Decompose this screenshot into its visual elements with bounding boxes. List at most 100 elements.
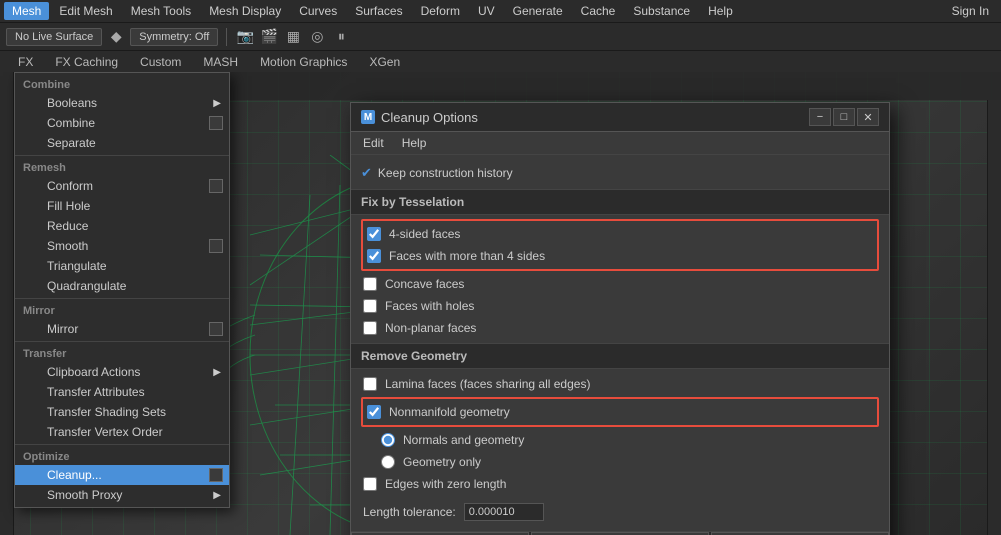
mirror-checkbox[interactable] bbox=[209, 322, 223, 336]
option-faces-more-than-4: Faces with more than 4 sides bbox=[365, 245, 875, 267]
checkbox-faces-more-4[interactable] bbox=[367, 249, 381, 263]
menu-combine[interactable]: Combine bbox=[15, 113, 229, 133]
combine-checkbox[interactable] bbox=[209, 116, 223, 130]
toolbar-divider-1 bbox=[226, 28, 227, 46]
length-tolerance-input[interactable] bbox=[464, 503, 544, 521]
maximize-button[interactable]: □ bbox=[833, 108, 855, 126]
sep-4 bbox=[15, 444, 229, 445]
booleans-arrow: ▶ bbox=[213, 98, 221, 109]
menu-mirror[interactable]: Mirror bbox=[15, 319, 229, 339]
render-icon[interactable]: 🎬 bbox=[259, 27, 279, 47]
menu-cache[interactable]: Cache bbox=[573, 2, 624, 20]
no-live-surface-btn[interactable]: No Live Surface bbox=[6, 28, 102, 46]
minimize-button[interactable]: − bbox=[809, 108, 831, 126]
radio-normals-geometry[interactable] bbox=[381, 433, 395, 447]
option-non-planar: Non-planar faces bbox=[361, 317, 879, 339]
label-faces-more-4: Faces with more than 4 sides bbox=[389, 249, 545, 263]
label-non-planar: Non-planar faces bbox=[385, 321, 476, 335]
menu-uv[interactable]: UV bbox=[470, 2, 503, 20]
checkbox-non-planar[interactable] bbox=[363, 321, 377, 335]
keep-history-check-icon: ✔ bbox=[361, 165, 372, 181]
menu-transfer-vertex-order[interactable]: Transfer Vertex Order bbox=[15, 422, 229, 442]
section-remove-geometry-header: Remove Geometry bbox=[351, 343, 889, 369]
cleanup-dialog: M Cleanup Options − □ ✕ Edit Help ✔ Keep… bbox=[350, 102, 890, 535]
tab-mash[interactable]: MASH bbox=[193, 53, 248, 71]
dropdown-menu: Combine Booleans ▶ Combine Separate Reme… bbox=[14, 72, 230, 508]
smooth-checkbox[interactable] bbox=[209, 239, 223, 253]
menu-mesh-tools[interactable]: Mesh Tools bbox=[123, 2, 199, 20]
section-remesh: Remesh bbox=[15, 158, 229, 176]
tab-xgen[interactable]: XGen bbox=[359, 53, 410, 71]
menu-separate[interactable]: Separate bbox=[15, 133, 229, 153]
signin-button[interactable]: Sign In bbox=[944, 2, 997, 20]
label-geometry-only: Geometry only bbox=[403, 455, 481, 469]
menu-smooth-proxy[interactable]: Smooth Proxy ▶ bbox=[15, 485, 229, 505]
menu-conform[interactable]: Conform bbox=[15, 176, 229, 196]
tab-fx-caching[interactable]: FX Caching bbox=[45, 53, 128, 71]
menu-deform[interactable]: Deform bbox=[413, 2, 468, 20]
checkbox-nonmanifold[interactable] bbox=[367, 405, 381, 419]
menu-fill-hole[interactable]: Fill Hole bbox=[15, 196, 229, 216]
option-nonmanifold: Nonmanifold geometry bbox=[365, 401, 875, 423]
checkbox-zero-length[interactable] bbox=[363, 477, 377, 491]
section-combine: Combine bbox=[15, 75, 229, 93]
symmetry-btn[interactable]: Symmetry: Off bbox=[130, 28, 218, 46]
dialog-controls: − □ ✕ bbox=[809, 108, 879, 126]
menu-smooth[interactable]: Smooth bbox=[15, 236, 229, 256]
menu-curves[interactable]: Curves bbox=[291, 2, 345, 20]
menu-help[interactable]: Help bbox=[700, 2, 741, 20]
dialog-menu-help[interactable]: Help bbox=[398, 134, 431, 152]
label-concave: Concave faces bbox=[385, 277, 464, 291]
pause-icon[interactable]: ⏸ bbox=[331, 27, 351, 47]
dialog-menu-edit[interactable]: Edit bbox=[359, 134, 388, 152]
menu-substance[interactable]: Substance bbox=[625, 2, 698, 20]
option-concave-faces: Concave faces bbox=[361, 273, 879, 295]
menu-generate[interactable]: Generate bbox=[505, 2, 571, 20]
nonmanifold-highlight-box: Nonmanifold geometry bbox=[361, 397, 879, 427]
option-normals-geometry: Normals and geometry bbox=[361, 429, 879, 451]
checkbox-lamina[interactable] bbox=[363, 377, 377, 391]
sep-2 bbox=[15, 298, 229, 299]
tab-motion-graphics[interactable]: Motion Graphics bbox=[250, 53, 357, 71]
menu-transfer-attributes[interactable]: Transfer Attributes bbox=[15, 382, 229, 402]
keep-history-row: ✔ Keep construction history bbox=[361, 161, 879, 185]
menu-bar: Mesh Edit Mesh Mesh Tools Mesh Display C… bbox=[0, 0, 1001, 22]
conform-checkbox[interactable] bbox=[209, 179, 223, 193]
label-zero-length: Edges with zero length bbox=[385, 477, 506, 491]
tab-fx[interactable]: FX bbox=[8, 53, 43, 71]
menu-reduce[interactable]: Reduce bbox=[15, 216, 229, 236]
dialog-content[interactable]: ✔ Keep construction history Fix by Tesse… bbox=[351, 155, 889, 531]
menu-transfer-shading[interactable]: Transfer Shading Sets bbox=[15, 402, 229, 422]
menu-clipboard-actions[interactable]: Clipboard Actions ▶ bbox=[15, 362, 229, 382]
menu-quadrangulate[interactable]: Quadrangulate bbox=[15, 276, 229, 296]
menu-mesh-display[interactable]: Mesh Display bbox=[201, 2, 289, 20]
grid-icon[interactable]: ▦ bbox=[283, 27, 303, 47]
menu-mesh[interactable]: Mesh bbox=[4, 2, 49, 20]
viewport-scrollbar[interactable] bbox=[987, 100, 1001, 535]
section-tesselation-header: Fix by Tesselation bbox=[351, 189, 889, 215]
menu-triangulate[interactable]: Triangulate bbox=[15, 256, 229, 276]
menu-booleans[interactable]: Booleans ▶ bbox=[15, 93, 229, 113]
tesselation-highlight-box: 4-sided faces Faces with more than 4 sid… bbox=[361, 219, 879, 271]
radio-geometry-only[interactable] bbox=[381, 455, 395, 469]
menu-cleanup[interactable]: Cleanup... bbox=[15, 465, 229, 485]
surface-icon[interactable]: ◆ bbox=[106, 27, 126, 47]
sep-1 bbox=[15, 155, 229, 156]
checkbox-concave[interactable] bbox=[363, 277, 377, 291]
menu-surfaces[interactable]: Surfaces bbox=[347, 2, 410, 20]
camera-icon[interactable]: 📷 bbox=[235, 27, 255, 47]
menu-edit-mesh[interactable]: Edit Mesh bbox=[51, 2, 120, 20]
label-lamina: Lamina faces (faces sharing all edges) bbox=[385, 377, 590, 391]
option-geometry-only: Geometry only bbox=[361, 451, 879, 473]
dialog-title-text: Cleanup Options bbox=[381, 110, 478, 125]
tab-custom[interactable]: Custom bbox=[130, 53, 191, 71]
label-normals-geometry: Normals and geometry bbox=[403, 433, 524, 447]
smooth-proxy-arrow: ▶ bbox=[213, 490, 221, 501]
cleanup-checkbox[interactable] bbox=[209, 468, 223, 482]
target-icon[interactable]: ◎ bbox=[307, 27, 327, 47]
main-area: Show Renderer Pan ⊞ ⊟ ◧ bbox=[0, 72, 1001, 535]
label-nonmanifold: Nonmanifold geometry bbox=[389, 405, 510, 419]
close-button[interactable]: ✕ bbox=[857, 108, 879, 126]
checkbox-faces-holes[interactable] bbox=[363, 299, 377, 313]
checkbox-4sided[interactable] bbox=[367, 227, 381, 241]
